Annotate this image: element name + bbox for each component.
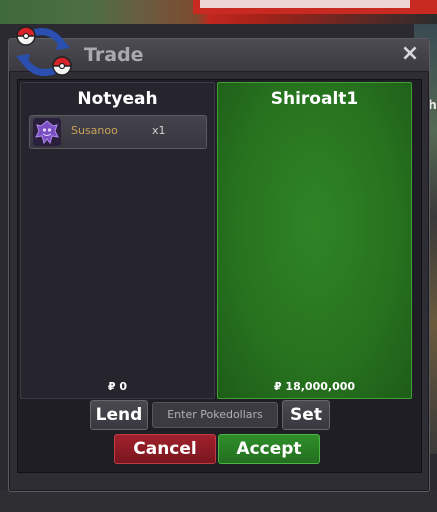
game-background-top [0,0,437,24]
item-quantity: x1 [152,124,166,137]
my-player-name: Notyeah [77,89,158,109]
my-money-offer: ₽ 0 [107,380,128,393]
accept-button[interactable]: Accept [218,434,320,464]
susanoo-icon [33,118,61,146]
partner-offer-panel: Shiroalt1 ₽ 18,000,000 [217,82,412,399]
partner-money-offer: ₽ 18,000,000 [273,380,356,393]
cancel-button[interactable]: Cancel [114,434,216,464]
my-offer-panel: Notyeah Susanoo x1 ₽ 0 [20,82,215,399]
trade-item-row[interactable]: Susanoo x1 [29,115,207,149]
item-name: Susanoo [71,124,118,137]
trade-logo-icon [16,26,72,76]
lend-button[interactable]: Lend [90,400,148,430]
window-title: Trade [84,44,144,66]
pokedollars-input[interactable]: Enter Pokedollars [152,402,278,428]
set-money-button[interactable]: Set [282,400,330,430]
close-button[interactable]: × [399,43,421,65]
trade-content: Notyeah Susanoo x1 ₽ 0 Shiroalt1 ₽ 18,00… [17,79,422,473]
background-white-band [200,0,410,8]
trade-window: Trade × Notyeah Susanoo x1 ₽ 0 Shiroalt1 [8,38,430,492]
partner-player-name: Shiroalt1 [270,89,359,109]
game-background-bottom [0,490,437,512]
